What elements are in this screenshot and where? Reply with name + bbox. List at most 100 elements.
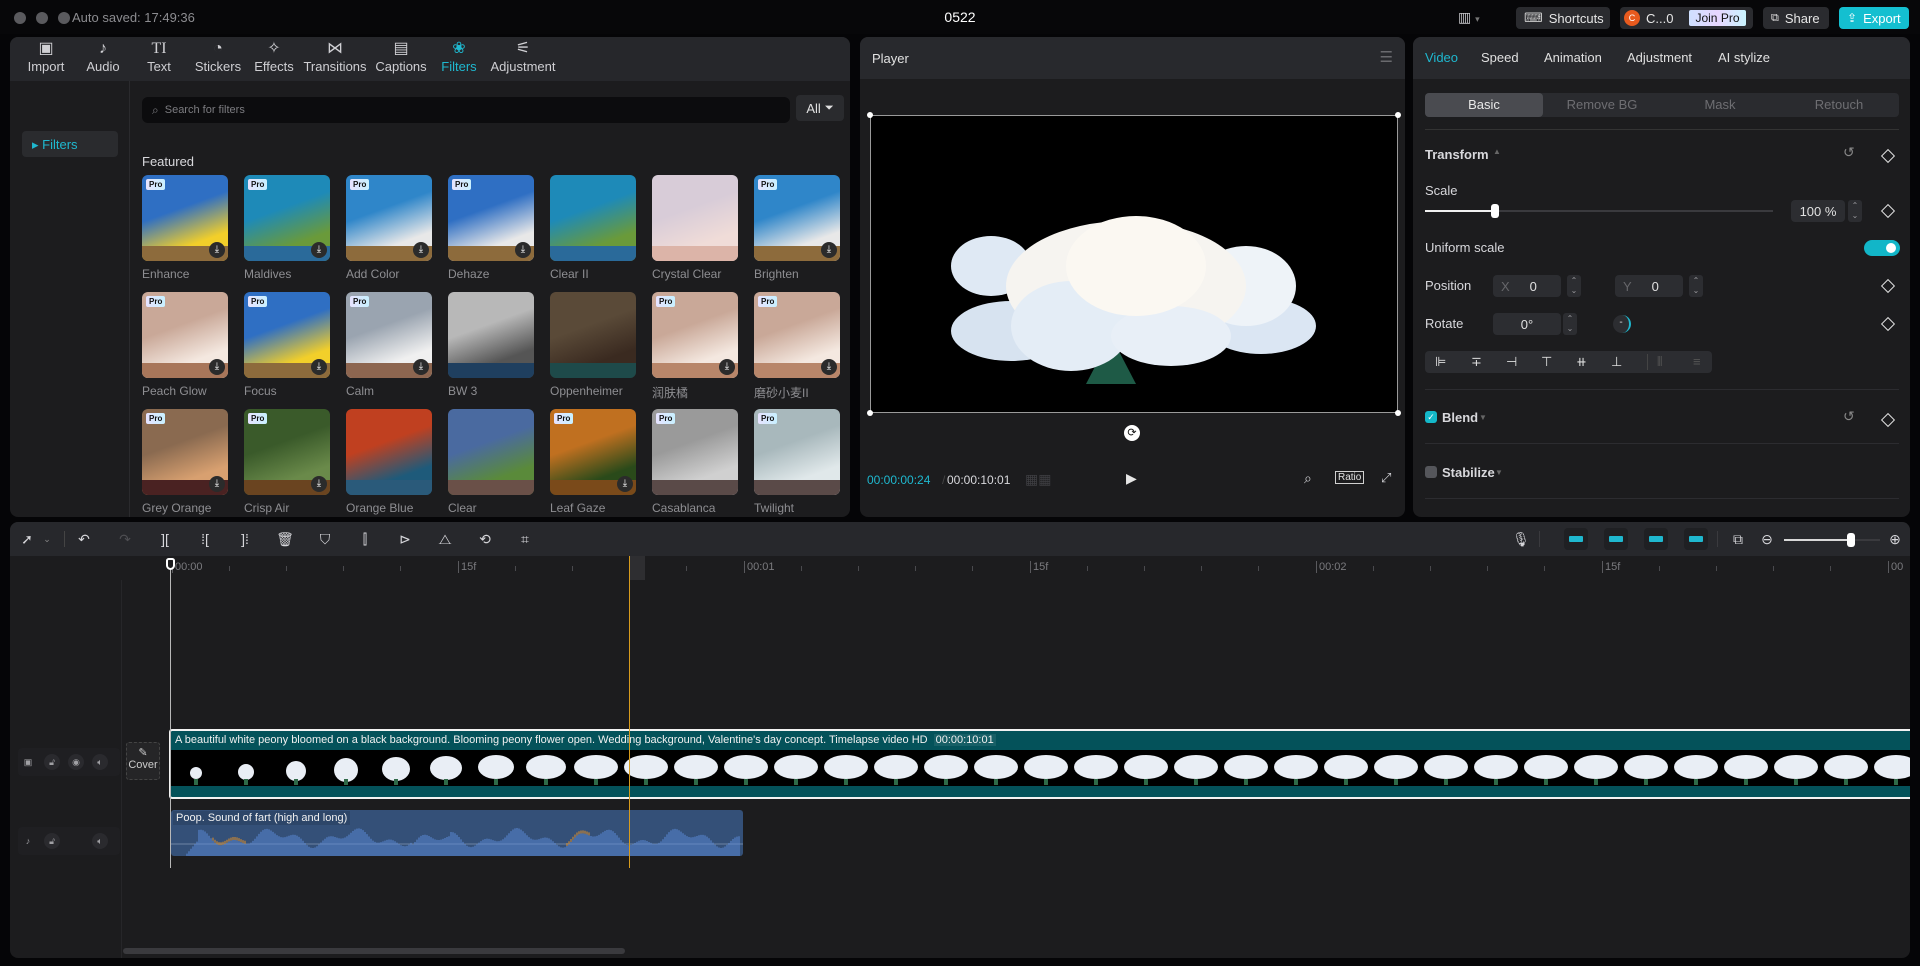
filter-item[interactable]: Pro ⤓ 润肤橘 <box>652 292 738 401</box>
account-menu[interactable]: C C...0 Join Pro <box>1620 7 1753 29</box>
keyframe-icon[interactable] <box>1880 148 1896 164</box>
timecode-format-icon[interactable]: ▦▦ <box>1025 471 1051 488</box>
filter-item[interactable]: Pro ⤓ Crisp Air <box>244 409 330 515</box>
download-icon[interactable]: ⤓ <box>209 359 225 375</box>
download-icon[interactable]: ⤓ <box>821 359 837 375</box>
tab-speed[interactable]: Speed <box>1481 50 1519 65</box>
filter-item[interactable]: Pro ⤓ Maldives <box>244 175 330 281</box>
filter-item[interactable]: Pro ⤓ Leaf Gaze <box>550 409 636 515</box>
tab-text[interactable]: TI Text <box>134 39 184 79</box>
search-input[interactable] <box>164 104 765 116</box>
align-bottom-icon[interactable]: ⊥ <box>1611 354 1622 370</box>
fit-timeline-icon[interactable]: ⧉ <box>1727 529 1749 549</box>
scale-slider-handle[interactable] <box>1490 204 1499 218</box>
tab-transitions[interactable]: ⋈ Transitions <box>302 39 368 79</box>
main-track-magnet-button[interactable] <box>1684 528 1708 550</box>
marker-icon[interactable]: ⛉ <box>314 529 336 549</box>
zoom-in-icon[interactable]: ⊕ <box>1884 529 1906 549</box>
join-pro-button[interactable]: Join Pro <box>1689 10 1746 26</box>
lock-icon[interactable]: 🔓︎ <box>44 754 60 770</box>
tab-filters[interactable]: ❀ Filters <box>434 39 484 79</box>
crop-icon[interactable]: ⌗ <box>514 529 536 549</box>
rotate-input[interactable]: 0° <box>1493 313 1561 335</box>
category-filters[interactable]: ▸ Filters <box>22 131 118 157</box>
subtab-basic[interactable]: Basic <box>1425 93 1543 117</box>
filter-item[interactable]: Pro ⤓ Dehaze <box>448 175 534 281</box>
link-clips-button[interactable] <box>1604 528 1628 550</box>
undo-icon[interactable]: ↶ <box>73 529 95 549</box>
filter-item[interactable]: Pro Twilight <box>754 409 840 515</box>
search-box[interactable]: ⌕ <box>142 97 790 123</box>
filter-type-dropdown[interactable]: All ⏷ <box>796 95 844 121</box>
align-top-icon[interactable]: ⊤ <box>1541 354 1552 370</box>
subtab-retouch[interactable]: Retouch <box>1780 93 1898 117</box>
lock-icon[interactable]: 🔓︎ <box>44 833 60 849</box>
cover-button[interactable]: ✎ Cover <box>126 742 160 780</box>
tab-stickers[interactable]: ◔ Stickers <box>190 39 246 79</box>
split-right-icon[interactable]: ]⁞ <box>234 529 256 549</box>
tab-audio[interactable]: ♪ Audio <box>76 39 130 79</box>
download-icon[interactable]: ⤓ <box>821 242 837 258</box>
zoom-slider-handle[interactable] <box>1847 533 1856 547</box>
rotate-handle-icon[interactable]: ⟳ <box>1124 425 1140 441</box>
keyframe-icon[interactable] <box>1880 203 1896 219</box>
subtab-remove-bg[interactable]: Remove BG <box>1543 93 1661 117</box>
mute-icon[interactable]: 🔈︎ <box>92 833 108 849</box>
tab-ai-stylize[interactable]: AI stylize <box>1718 50 1770 65</box>
scale-stepper[interactable]: ⌃ ⌄ <box>1848 200 1862 222</box>
filter-item[interactable]: Oppenheimer <box>550 292 636 398</box>
reset-icon[interactable]: ↺ <box>1843 144 1855 161</box>
auto-snap-button[interactable] <box>1564 528 1588 550</box>
microphone-icon[interactable]: 🎙︎ <box>1510 529 1532 549</box>
filter-item[interactable]: Pro Casablanca <box>652 409 738 515</box>
share-button[interactable]: ⧉ Share <box>1763 7 1829 29</box>
download-icon[interactable]: ⤓ <box>209 476 225 492</box>
preview-axis-button[interactable] <box>1644 528 1668 550</box>
filter-item[interactable]: Clear II <box>550 175 636 281</box>
play-button[interactable]: ▶ <box>1126 470 1137 487</box>
filter-item[interactable]: Pro ⤓ Peach Glow <box>142 292 228 398</box>
filter-item[interactable]: Orange Blue <box>346 409 432 515</box>
download-icon[interactable]: ⤓ <box>719 359 735 375</box>
scale-slider[interactable] <box>1425 204 1773 218</box>
zoom-preview-icon[interactable]: ⌕ <box>1304 470 1312 487</box>
download-icon[interactable]: ⤓ <box>515 242 531 258</box>
rotate-stepper[interactable]: ⌃ ⌄ <box>1563 313 1577 335</box>
tab-import[interactable]: ▣ Import <box>18 39 74 79</box>
collapse-icon[interactable]: ▲ <box>1493 147 1501 156</box>
stabilize-heading[interactable]: Stabilize <box>1442 465 1495 480</box>
reset-icon[interactable]: ↺ <box>1843 408 1855 425</box>
rotate-dial[interactable]: - <box>1613 315 1631 333</box>
menu-icon[interactable]: ☰ <box>1380 48 1393 66</box>
filter-item[interactable]: Pro ⤓ Calm <box>346 292 432 398</box>
ratio-button[interactable]: Ratio <box>1335 471 1365 484</box>
filter-item[interactable]: Pro ⤓ Grey Orange <box>142 409 228 515</box>
expand-icon[interactable]: ▼ <box>1495 468 1503 477</box>
visibility-icon[interactable]: ◉ <box>68 754 84 770</box>
video-preview[interactable] <box>867 112 1401 416</box>
reverse-icon[interactable]: ⊳ <box>394 529 416 549</box>
distribute-h-icon[interactable]: ⫴ <box>1657 354 1662 370</box>
position-y-input[interactable]: Y 0 <box>1615 275 1683 297</box>
tab-captions[interactable]: ▤ Captions <box>372 39 430 79</box>
mirror-icon[interactable]: ⧍ <box>434 529 456 549</box>
resize-handle[interactable] <box>867 112 873 118</box>
filter-item[interactable]: Crystal Clear <box>652 175 738 281</box>
timeline-zoom-slider[interactable] <box>1784 533 1880 547</box>
filter-item[interactable]: Pro ⤓ Add Color <box>346 175 432 281</box>
time-ruler[interactable]: 00:00 15f 00:01 15f 00:02 15f 00 <box>122 556 1910 580</box>
position-x-input[interactable]: X 0 <box>1493 275 1561 297</box>
stabilize-checkbox[interactable] <box>1425 466 1437 478</box>
resize-handle[interactable] <box>867 410 873 416</box>
align-left-icon[interactable]: ⊫ <box>1435 354 1446 370</box>
keyframe-icon[interactable] <box>1880 316 1896 332</box>
filter-item[interactable]: Pro ⤓ Brighten <box>754 175 840 281</box>
download-icon[interactable]: ⤓ <box>311 242 327 258</box>
filter-item[interactable]: Pro ⤓ 磨砂小麦II <box>754 292 840 401</box>
layout-icon[interactable]: ▥ ▾ <box>1458 9 1480 26</box>
blend-checkbox[interactable]: ✓ <box>1425 411 1437 423</box>
split-icon[interactable]: ][ <box>154 529 176 549</box>
download-icon[interactable]: ⤓ <box>617 476 633 492</box>
align-center-h-icon[interactable]: ∓ <box>1471 354 1482 370</box>
filter-item[interactable]: Clear <box>448 409 534 515</box>
